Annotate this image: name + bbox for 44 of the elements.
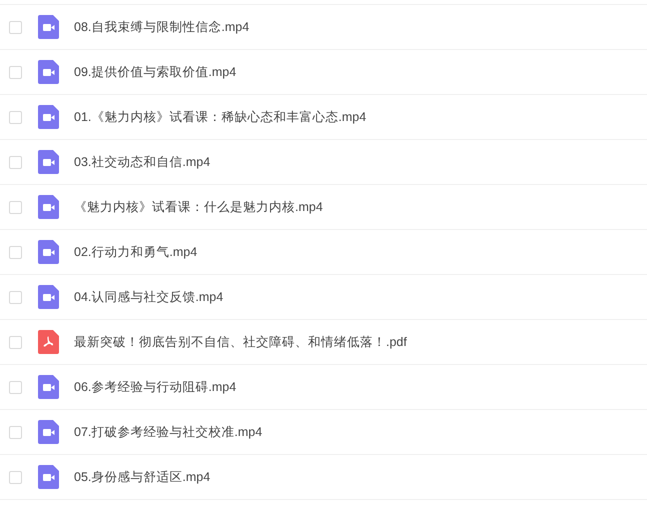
file-row[interactable]: 最新突破！彻底告别不自信、社交障碍、和情绪低落！.pdf (0, 320, 647, 365)
video-file-icon (38, 465, 59, 489)
file-row[interactable]: 09.提供价值与索取价值.mp4 (0, 50, 647, 95)
video-file-icon (38, 150, 59, 174)
video-file-icon (38, 15, 59, 39)
file-name: 01.《魅力内核》试看课：稀缺心态和丰富心态.mp4 (74, 108, 366, 126)
video-file-icon (38, 195, 59, 219)
file-name: 09.提供价值与索取价值.mp4 (74, 64, 236, 80)
file-row[interactable]: 05.身份感与舒适区.mp4 (0, 455, 647, 500)
file-name: 05.身份感与舒适区.mp4 (74, 468, 210, 486)
file-row[interactable]: 04.认同感与社交反馈.mp4 (0, 275, 647, 320)
file-name: 08.自我束缚与限制性信念.mp4 (74, 18, 250, 36)
checkbox[interactable] (9, 336, 22, 348)
checkbox[interactable] (9, 156, 22, 168)
video-file-icon (38, 420, 59, 444)
checkbox[interactable] (9, 246, 22, 258)
checkbox[interactable] (9, 426, 22, 438)
checkbox[interactable] (9, 200, 22, 214)
checkbox[interactable] (9, 66, 22, 78)
file-name: 06.参考经验与行动阻碍.mp4 (74, 378, 236, 396)
file-row[interactable]: 《魅力内核》试看课：什么是魅力内核.mp4 (0, 185, 647, 230)
video-file-icon (38, 375, 59, 399)
file-name: 最新突破！彻底告别不自信、社交障碍、和情绪低落！.pdf (74, 334, 407, 350)
file-name: 《魅力内核》试看课：什么是魅力内核.mp4 (74, 198, 323, 216)
file-row[interactable]: 08.自我束缚与限制性信念.mp4 (0, 5, 647, 50)
file-name: 02.行动力和勇气.mp4 (74, 244, 198, 260)
file-row[interactable]: 06.参考经验与行动阻碍.mp4 (0, 365, 647, 410)
file-row[interactable]: 01.《魅力内核》试看课：稀缺心态和丰富心态.mp4 (0, 95, 647, 140)
checkbox[interactable] (9, 110, 22, 124)
file-name: 03.社交动态和自信.mp4 (74, 154, 210, 170)
video-file-icon (38, 285, 59, 309)
checkbox[interactable] (9, 380, 22, 394)
file-row[interactable]: 02.行动力和勇气.mp4 (0, 230, 647, 275)
file-name: 04.认同感与社交反馈.mp4 (74, 288, 224, 306)
checkbox[interactable] (9, 290, 22, 304)
video-file-icon (38, 240, 59, 264)
file-row[interactable]: 03.社交动态和自信.mp4 (0, 140, 647, 185)
video-file-icon (38, 60, 59, 84)
file-row[interactable]: 07.打破参考经验与社交校准.mp4 (0, 410, 647, 455)
checkbox[interactable] (9, 470, 22, 484)
pdf-file-icon (38, 330, 59, 354)
checkbox[interactable] (9, 20, 22, 34)
video-file-icon (38, 105, 59, 129)
file-name: 07.打破参考经验与社交校准.mp4 (74, 424, 262, 440)
